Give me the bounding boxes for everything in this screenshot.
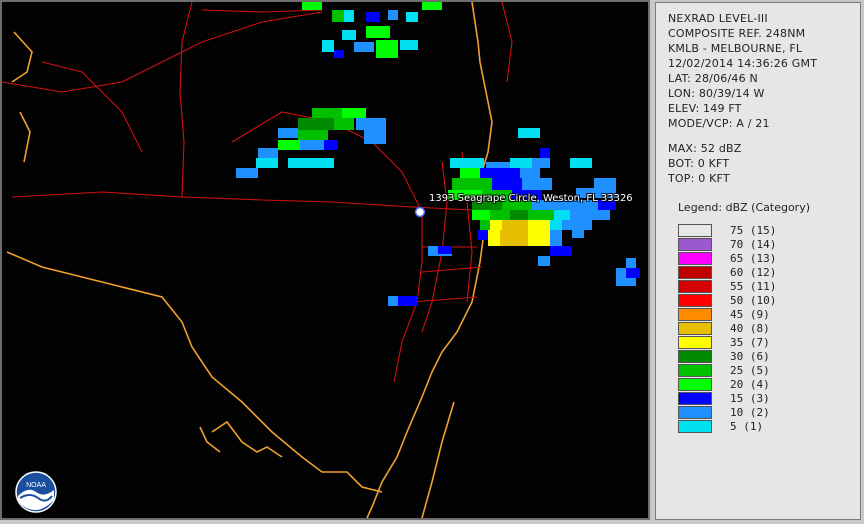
- legend-swatch: [678, 280, 712, 293]
- legend-label: 35 (7): [730, 336, 770, 349]
- mode-vcp: MODE/VCP: A / 21: [668, 117, 770, 130]
- legend-label: 55 (11): [730, 280, 777, 293]
- legend-swatch: [678, 336, 712, 349]
- legend-swatch: [678, 392, 712, 405]
- max-dbz: MAX: 52 dBZ: [668, 142, 742, 155]
- legend-swatch: [678, 378, 712, 391]
- legend-swatch: [678, 406, 712, 419]
- legend-swatch: [678, 266, 712, 279]
- noaa-logo[interactable]: NOAA: [14, 470, 58, 514]
- legend-label: 50 (10): [730, 294, 777, 307]
- legend-swatch: [678, 350, 712, 363]
- product-type: COMPOSITE REF. 248NM: [668, 27, 806, 40]
- legend-label: 70 (14): [730, 238, 777, 251]
- legend-title: Legend: dBZ (Category): [678, 201, 810, 214]
- legend-label: 45 (9): [730, 308, 770, 321]
- legend-swatch: [678, 322, 712, 335]
- legend-swatch: [678, 308, 712, 321]
- bottom-kft: BOT: 0 KFT: [668, 157, 730, 170]
- radar-map-canvas: [2, 2, 640, 518]
- legend-label: 30 (6): [730, 350, 770, 363]
- location-pin-icon[interactable]: [414, 206, 426, 218]
- legend-swatch: [678, 420, 712, 433]
- legend-label: 20 (4): [730, 378, 770, 391]
- radar-map[interactable]: 1393 Seagrape Circle, Weston, FL 33326 N…: [0, 0, 650, 520]
- location-label: 1393 Seagrape Circle, Weston, FL 33326: [429, 193, 633, 204]
- legend-swatch: [678, 294, 712, 307]
- legend-swatch: [678, 238, 712, 251]
- top-kft: TOP: 0 KFT: [668, 172, 730, 185]
- station-name: KMLB - MELBOURNE, FL: [668, 42, 803, 55]
- legend-swatch: [678, 364, 712, 377]
- coastline-layer: [6, 2, 493, 518]
- station-lat: LAT: 28/06/46 N: [668, 72, 758, 85]
- legend-swatch: [678, 252, 712, 265]
- station-elev: ELEV: 149 FT: [668, 102, 742, 115]
- legend-label: 65 (13): [730, 252, 777, 265]
- info-panel: NEXRAD LEVEL-III COMPOSITE REF. 248NM KM…: [655, 2, 861, 520]
- legend-label: 60 (12): [730, 266, 777, 279]
- legend-label: 5 (1): [730, 420, 764, 433]
- legend-label: 75 (15): [730, 224, 777, 237]
- scan-datetime: 12/02/2014 14:36:26 GMT: [668, 57, 818, 70]
- product-title: NEXRAD LEVEL-III: [668, 12, 768, 25]
- legend-label: 10 (2): [730, 406, 770, 419]
- station-lon: LON: 80/39/14 W: [668, 87, 765, 100]
- radar-echoes-layer: [236, 2, 640, 306]
- legend-label: 15 (3): [730, 392, 770, 405]
- legend-swatch: [678, 224, 712, 237]
- roads-layer: [2, 2, 523, 383]
- legend-label: 40 (8): [730, 322, 770, 335]
- noaa-logo-text: NOAA: [26, 482, 46, 489]
- legend-label: 25 (5): [730, 364, 770, 377]
